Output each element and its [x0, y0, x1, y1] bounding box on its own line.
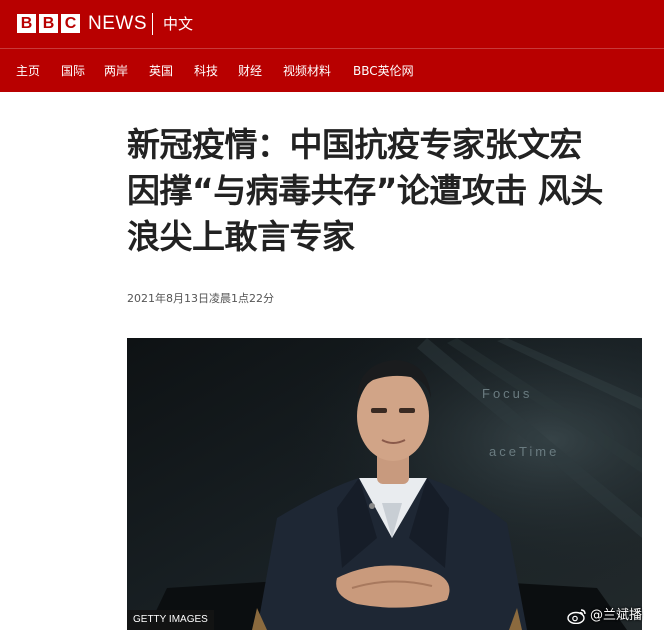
- bbc-logo-block: B: [17, 14, 36, 33]
- headline-line: 浪尖上敢言专家: [127, 217, 355, 256]
- bbc-logo[interactable]: B B C: [17, 14, 80, 33]
- backdrop-text: Focus: [482, 386, 532, 401]
- nav-item-video[interactable]: 视频材料: [283, 63, 331, 79]
- bbc-logo-block: B: [39, 14, 58, 33]
- nav-item-tech[interactable]: 科技: [194, 63, 218, 79]
- nav-item-international[interactable]: 国际: [61, 63, 85, 79]
- nav-item-home[interactable]: 主页: [16, 63, 40, 79]
- nav-item-finance[interactable]: 财经: [238, 63, 262, 79]
- weibo-icon: [567, 609, 586, 624]
- nav-item-uk[interactable]: 英国: [149, 63, 173, 79]
- language-label[interactable]: 中文: [163, 14, 193, 34]
- weibo-watermark: @兰斌播: [567, 607, 642, 625]
- masthead: B B C NEWS 中文: [0, 0, 664, 48]
- headline-line: 因撑“与病毒共存”论遭攻击 风头: [127, 171, 603, 210]
- bbc-logo-block: C: [61, 14, 80, 33]
- news-wordmark[interactable]: NEWS: [88, 13, 147, 35]
- masthead-divider: [152, 13, 153, 35]
- headline-line: 新冠疫情：中国抗疫专家张文宏: [127, 125, 583, 164]
- backdrop-text: aceTime: [489, 444, 559, 459]
- portrait-illustration: Focus aceTime: [127, 338, 642, 630]
- article-timestamp: 2021年8月13日凌晨1点22分: [127, 292, 274, 305]
- article-headline: 新冠疫情：中国抗疫专家张文宏 因撑“与病毒共存”论遭攻击 风头 浪尖上敢言专家: [127, 122, 647, 260]
- nav-item-bbc-uk[interactable]: BBC英伦网: [353, 63, 414, 79]
- image-credit: GETTY IMAGES: [127, 610, 214, 630]
- article-photo[interactable]: Focus aceTime: [127, 338, 642, 630]
- nav-bar: 主页 国际 两岸 英国 科技 财经 视频材料 BBC英伦网: [0, 48, 664, 92]
- watermark-handle: @兰斌播: [590, 608, 643, 623]
- nav-item-cross-strait[interactable]: 两岸: [104, 63, 128, 79]
